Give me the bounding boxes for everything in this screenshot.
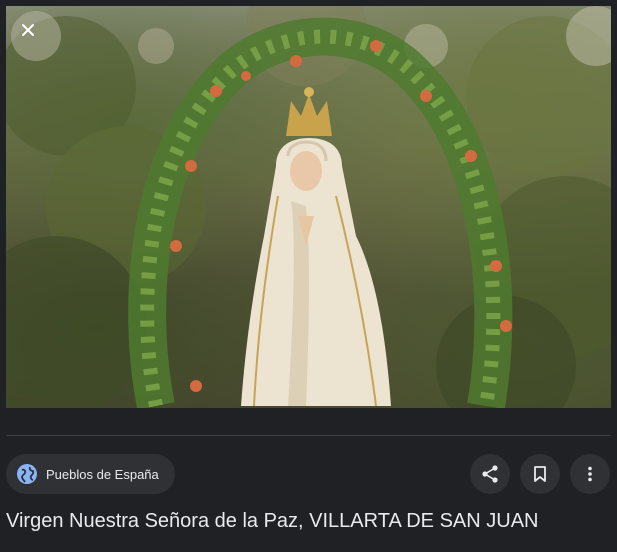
save-button[interactable] — [520, 454, 560, 494]
more-options-button[interactable] — [570, 454, 610, 494]
source-name: Pueblos de España — [46, 466, 159, 482]
close-button[interactable] — [20, 22, 48, 50]
globe-icon — [16, 463, 38, 485]
divider — [6, 435, 611, 436]
close-icon — [22, 24, 34, 36]
share-icon — [482, 465, 498, 483]
share-button[interactable] — [470, 454, 510, 494]
source-chip[interactable]: Pueblos de España — [6, 454, 175, 494]
image-title[interactable]: Virgen Nuestra Señora de la Paz, VILLART… — [6, 510, 611, 533]
virgin-statue-photo — [6, 6, 611, 408]
bookmark-icon — [534, 466, 546, 482]
result-image[interactable] — [6, 6, 611, 408]
more-vert-icon — [588, 466, 592, 482]
